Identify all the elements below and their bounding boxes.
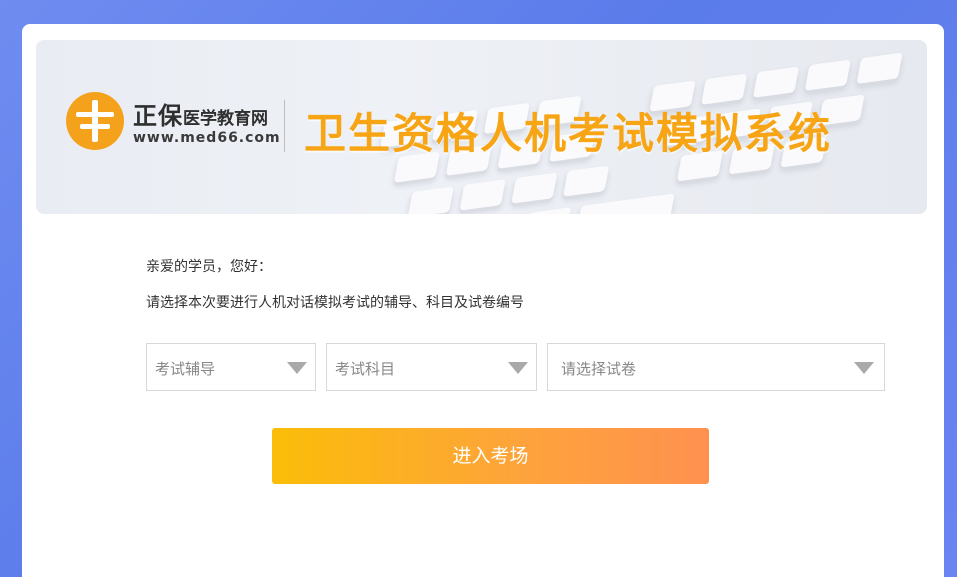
- greeting-text: 亲爱的学员，您好：: [146, 259, 272, 275]
- course-select-value: 考试辅导: [155, 360, 216, 378]
- med66-logo-icon: [66, 92, 124, 150]
- paper-select-value: 请选择试卷: [561, 360, 637, 378]
- paper-select[interactable]: 请选择试卷: [547, 343, 885, 391]
- system-title: 卫生资格人机考试模拟系统: [304, 109, 833, 158]
- triangle-down-icon: [508, 362, 528, 374]
- instruction-text: 请选择本次要进行人机对话模拟考试的辅导、科目及试卷编号: [146, 295, 524, 311]
- subject-select-value: 考试科目: [335, 360, 396, 378]
- header-divider: [284, 100, 285, 152]
- main-card: 正保医学教育网 www.med66.com 卫生资格人机考试模拟系统 亲爱的学员…: [22, 24, 944, 577]
- triangle-down-icon: [287, 362, 307, 374]
- brand-title: 正保: [133, 102, 183, 130]
- triangle-down-icon: [854, 362, 874, 374]
- brand-name: 正保医学教育网: [133, 96, 268, 131]
- subject-select[interactable]: 考试科目: [326, 343, 537, 391]
- course-select[interactable]: 考试辅导: [146, 343, 316, 391]
- enter-exam-button[interactable]: 进入考场: [272, 428, 709, 484]
- header-banner: 正保医学教育网 www.med66.com 卫生资格人机考试模拟系统: [36, 40, 927, 214]
- brand-subtitle: 医学教育网: [183, 109, 268, 129]
- brand-url: www.med66.com: [133, 130, 281, 146]
